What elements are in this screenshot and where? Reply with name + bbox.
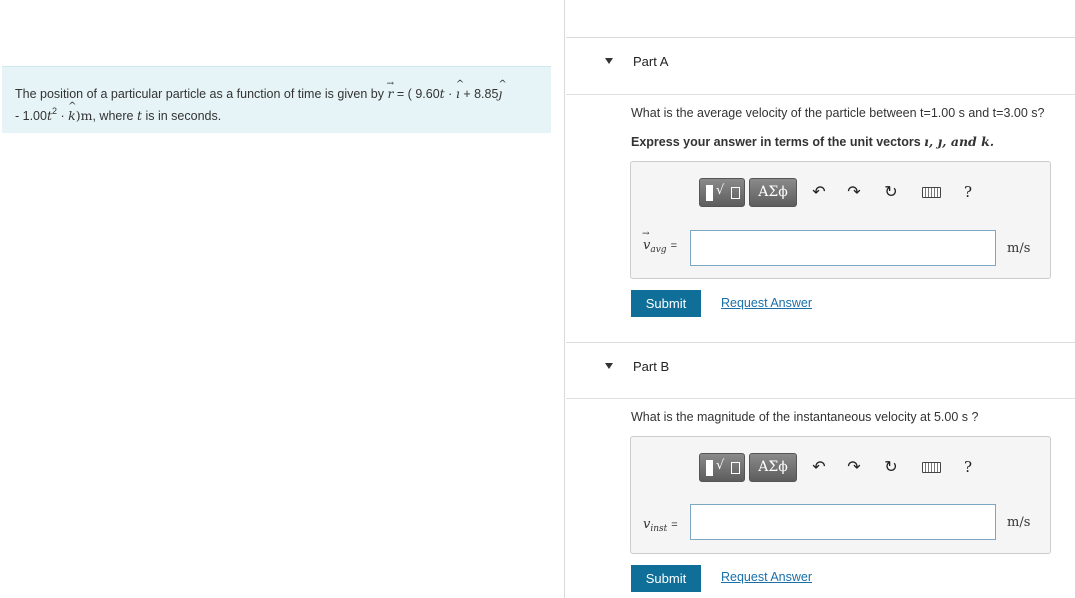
subscript-inst: inst (650, 524, 668, 534)
greek-symbols-button[interactable]: ΑΣϕ (749, 178, 797, 207)
part-b-units: m/s (1007, 515, 1031, 530)
keyboard-icon[interactable] (920, 181, 942, 203)
equals-sign: = (670, 240, 678, 252)
problem-statement: The position of a particular particle as… (2, 66, 551, 133)
equals-sign: = (671, 519, 678, 531)
template-block-icon (706, 460, 713, 476)
caret-down-icon[interactable] (605, 58, 613, 64)
dot-op: · (60, 109, 65, 123)
redo-icon[interactable]: ↷ (843, 181, 865, 203)
part-a-request-answer-link[interactable]: Request Answer (721, 296, 812, 310)
part-a-submit-button[interactable]: Submit (631, 290, 701, 317)
time-var: t (439, 86, 445, 101)
reset-icon[interactable]: ↻ (880, 181, 902, 203)
redo-icon[interactable]: ↷ (843, 456, 865, 478)
template-box-icon (731, 187, 740, 199)
unit-vector-i: ı (456, 74, 460, 104)
part-b-answer-input[interactable] (690, 504, 996, 540)
express-unit-vectors: ı, ȷ, and k. (924, 134, 995, 149)
part-b-question: What is the magnitude of the instantaneo… (631, 410, 979, 424)
part-b-title: Part B (633, 359, 670, 374)
radical-icon: √ (716, 183, 725, 198)
part-a-answer-input[interactable] (690, 230, 996, 266)
radical-icon: √ (716, 458, 725, 473)
template-box-icon (731, 462, 740, 474)
part-b-question-area: What is the magnitude of the instantaneo… (566, 398, 1075, 428)
help-icon[interactable]: ? (957, 456, 979, 478)
part-a-question-area: What is the average velocity of the part… (566, 94, 1075, 158)
math-toolbar: √ ΑΣϕ ↶ ↷ ↻ ? (699, 452, 989, 484)
undo-icon[interactable]: ↶ (808, 181, 830, 203)
problem-term-j: + 8.85 (463, 87, 499, 101)
part-a-title: Part A (633, 54, 669, 69)
part-a-units: m/s (1007, 241, 1031, 256)
problem-eq-open: = ( 9.60 (396, 87, 440, 101)
undo-icon[interactable]: ↶ (808, 456, 830, 478)
part-a-header[interactable]: Part A (566, 37, 1075, 83)
problem-where: , where (92, 109, 134, 123)
part-b-header[interactable]: Part B (566, 342, 1075, 388)
express-prefix: Express your answer in terms of the unit… (631, 135, 921, 149)
math-toolbar: √ ΑΣϕ ↶ ↷ ↻ ? (699, 177, 989, 209)
template-block-icon (706, 185, 713, 201)
part-b-submit-button[interactable]: Submit (631, 565, 701, 592)
subscript-avg: avg (650, 245, 667, 255)
part-b-answer-box: √ ΑΣϕ ↶ ↷ ↻ ? vinst = m/s (630, 436, 1051, 554)
unit-vector-j: ȷ (498, 74, 502, 104)
templates-button[interactable]: √ (699, 178, 745, 207)
dot-op: · (448, 87, 453, 101)
help-icon[interactable]: ? (957, 181, 979, 203)
time-var: t (136, 108, 142, 123)
problem-tail: is in seconds. (145, 109, 222, 123)
problem-unit: )m (75, 108, 93, 123)
keyboard-icon[interactable] (920, 456, 942, 478)
part-a-answer-box: √ ΑΣϕ ↶ ↷ ↻ ? vavg= m/s (630, 161, 1051, 279)
position-vector-symbol: r (386, 74, 394, 104)
problem-column: The position of a particular particle as… (0, 0, 565, 598)
exponent: 2 (52, 106, 58, 116)
v-avg-label: vavg= (642, 229, 678, 255)
greek-symbols-button[interactable]: ΑΣϕ (749, 453, 797, 482)
velocity-symbol: v (642, 229, 650, 253)
part-a-question: What is the average velocity of the part… (631, 106, 1045, 120)
problem-term-k: - 1.00 (15, 109, 47, 123)
v-inst-label: vinst = (643, 517, 678, 534)
part-a-instructions: Express your answer in terms of the unit… (631, 134, 1075, 149)
unit-vector-k: k (68, 96, 76, 126)
reset-icon[interactable]: ↻ (880, 456, 902, 478)
caret-down-icon[interactable] (605, 363, 613, 369)
part-b-request-answer-link[interactable]: Request Answer (721, 570, 812, 584)
templates-button[interactable]: √ (699, 453, 745, 482)
